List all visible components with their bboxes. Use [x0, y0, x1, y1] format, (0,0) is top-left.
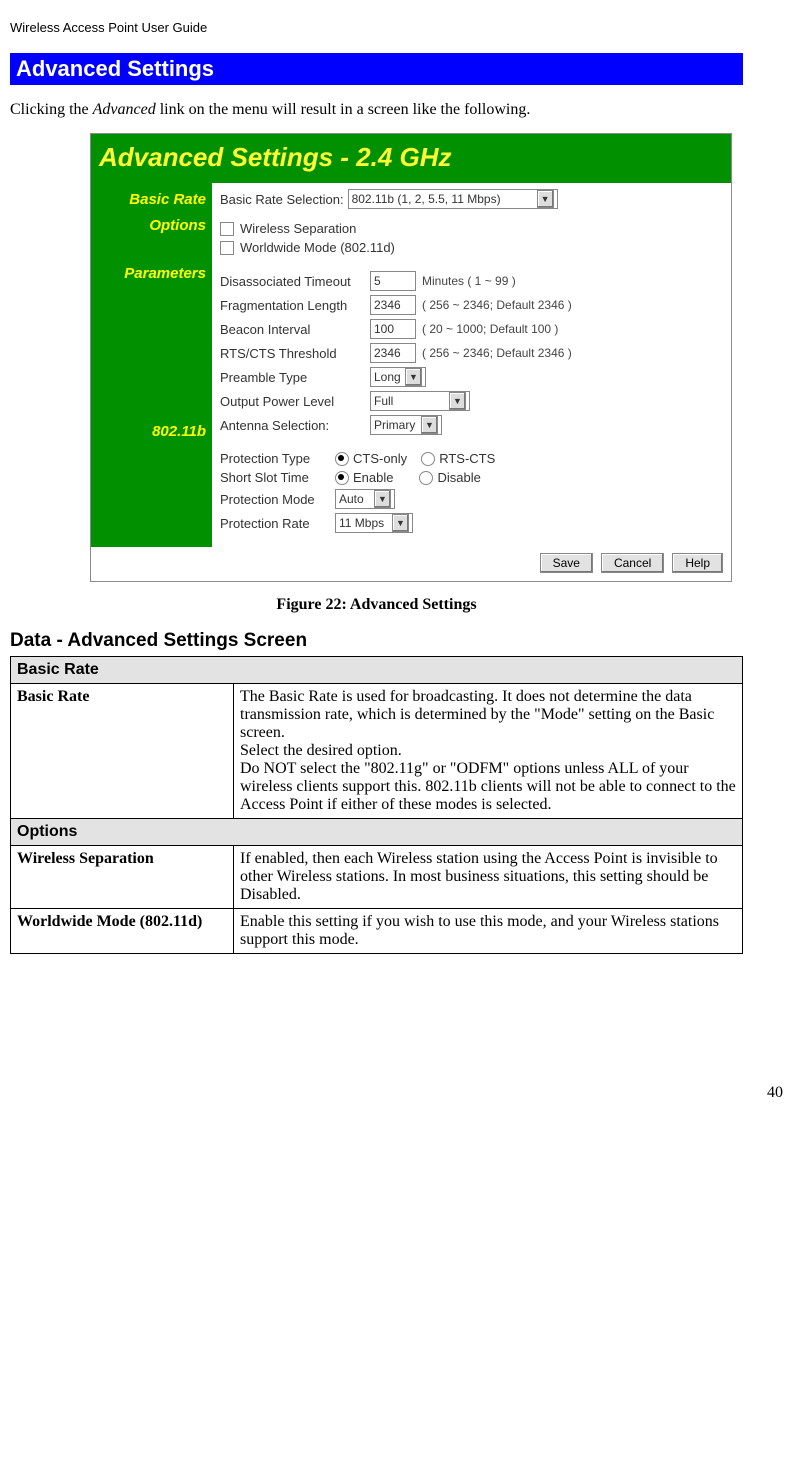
table-key-wireless-separation: Wireless Separation — [11, 846, 234, 909]
intro-post: link on the menu will result in a screen… — [156, 101, 531, 118]
frag-length-hint: ( 256 ~ 2346; Default 2346 ) — [422, 298, 572, 312]
figure-screenshot: Advanced Settings - 2.4 GHz Basic Rate O… — [90, 133, 732, 582]
help-button[interactable]: Help — [672, 553, 723, 573]
left-label-80211b: 802.11b — [91, 423, 206, 441]
basic-rate-select[interactable]: 802.11b (1, 2, 5.5, 11 Mbps) ▼ — [348, 189, 558, 209]
disassoc-timeout-hint: Minutes ( 1 ~ 99 ) — [422, 274, 516, 288]
table-desc-basic-rate: The Basic Rate is used for broadcasting.… — [234, 684, 743, 819]
table-desc-wireless-separation: If enabled, then each Wireless station u… — [234, 846, 743, 909]
rts-threshold-hint: ( 256 ~ 2346; Default 2346 ) — [422, 346, 572, 360]
basic-rate-label: Basic Rate Selection: — [220, 192, 344, 207]
short-slot-disable-label: Disable — [437, 470, 480, 485]
beacon-interval-input[interactable]: 100 — [370, 319, 416, 339]
protection-type-cts-label: CTS-only — [353, 451, 407, 466]
table-desc-worldwide-mode: Enable this setting if you wish to use t… — [234, 909, 743, 954]
table-row: Wireless Separation If enabled, then eac… — [11, 846, 743, 909]
button-bar: Save Cancel Help — [91, 547, 731, 581]
table-row: Worldwide Mode (802.11d) Enable this set… — [11, 909, 743, 954]
protection-mode-label: Protection Mode — [220, 492, 335, 507]
protection-type-label: Protection Type — [220, 451, 335, 466]
protection-type-rts-label: RTS-CTS — [439, 451, 495, 466]
intro-pre: Clicking the — [10, 101, 93, 118]
table-key-worldwide-mode: Worldwide Mode (802.11d) — [11, 909, 234, 954]
table-key-basic-rate: Basic Rate — [11, 684, 234, 819]
chevron-down-icon: ▼ — [374, 490, 391, 508]
left-label-parameters: Parameters — [91, 265, 206, 283]
chevron-down-icon: ▼ — [405, 368, 422, 386]
data-table: Basic Rate Basic Rate The Basic Rate is … — [10, 656, 743, 954]
output-power-label: Output Power Level — [220, 394, 370, 409]
beacon-interval-label: Beacon Interval — [220, 322, 370, 337]
intro-paragraph: Clicking the Advanced link on the menu w… — [10, 101, 743, 119]
left-label-options: Options — [91, 217, 206, 235]
chevron-down-icon: ▼ — [392, 514, 409, 532]
short-slot-time-label: Short Slot Time — [220, 470, 335, 485]
preamble-type-label: Preamble Type — [220, 370, 370, 385]
data-table-heading: Data - Advanced Settings Screen — [10, 630, 743, 652]
wireless-separation-label: Wireless Separation — [240, 221, 356, 236]
output-power-value: Full — [374, 394, 393, 408]
left-label-basic-rate: Basic Rate — [91, 191, 206, 209]
antenna-selection-select[interactable]: Primary ▼ — [370, 415, 442, 435]
short-slot-disable-radio[interactable] — [419, 471, 433, 485]
protection-rate-label: Protection Rate — [220, 516, 335, 531]
output-power-select[interactable]: Full ▼ — [370, 391, 470, 411]
preamble-type-value: Long — [374, 370, 401, 384]
chevron-down-icon: ▼ — [421, 416, 438, 434]
worldwide-mode-checkbox[interactable] — [220, 241, 234, 255]
basic-rate-value: 802.11b (1, 2, 5.5, 11 Mbps) — [352, 192, 501, 206]
worldwide-mode-label: Worldwide Mode (802.11d) — [240, 240, 395, 255]
section-title-bar: Advanced Settings — [10, 53, 743, 85]
short-slot-enable-radio[interactable] — [335, 471, 349, 485]
frag-length-label: Fragmentation Length — [220, 298, 370, 313]
rts-threshold-input[interactable]: 2346 — [370, 343, 416, 363]
rts-threshold-label: RTS/CTS Threshold — [220, 346, 370, 361]
table-cat-basic-rate: Basic Rate — [11, 657, 743, 684]
panel-right-form: Basic Rate Selection: 802.11b (1, 2, 5.5… — [212, 183, 731, 547]
intro-link-word: Advanced — [93, 101, 156, 118]
table-row: Basic Rate The Basic Rate is used for br… — [11, 684, 743, 819]
protection-rate-select[interactable]: 11 Mbps ▼ — [335, 513, 413, 533]
figure-caption: Figure 22: Advanced Settings — [10, 596, 743, 614]
antenna-selection-label: Antenna Selection: — [220, 418, 370, 433]
disassoc-timeout-label: Disassociated Timeout — [220, 274, 370, 289]
wireless-separation-checkbox[interactable] — [220, 222, 234, 236]
antenna-selection-value: Primary — [374, 418, 415, 432]
beacon-interval-hint: ( 20 ~ 1000; Default 100 ) — [422, 322, 558, 336]
protection-type-cts-radio[interactable] — [335, 452, 349, 466]
table-cat-options: Options — [11, 819, 743, 846]
doc-header: Wireless Access Point User Guide — [10, 20, 743, 35]
disassoc-timeout-input[interactable]: 5 — [370, 271, 416, 291]
panel-left-labels: Basic Rate Options Parameters 802.11b — [91, 183, 212, 547]
protection-type-rts-radio[interactable] — [421, 452, 435, 466]
chevron-down-icon: ▼ — [449, 392, 466, 410]
chevron-down-icon: ▼ — [537, 190, 554, 208]
page-number: 40 — [0, 974, 803, 1102]
save-button[interactable]: Save — [540, 553, 593, 573]
protection-rate-value: 11 Mbps — [339, 516, 384, 530]
preamble-type-select[interactable]: Long ▼ — [370, 367, 426, 387]
protection-mode-select[interactable]: Auto ▼ — [335, 489, 395, 509]
short-slot-enable-label: Enable — [353, 470, 393, 485]
panel-title: Advanced Settings - 2.4 GHz — [91, 134, 731, 183]
frag-length-input[interactable]: 2346 — [370, 295, 416, 315]
protection-mode-value: Auto — [339, 492, 364, 506]
cancel-button[interactable]: Cancel — [601, 553, 664, 573]
